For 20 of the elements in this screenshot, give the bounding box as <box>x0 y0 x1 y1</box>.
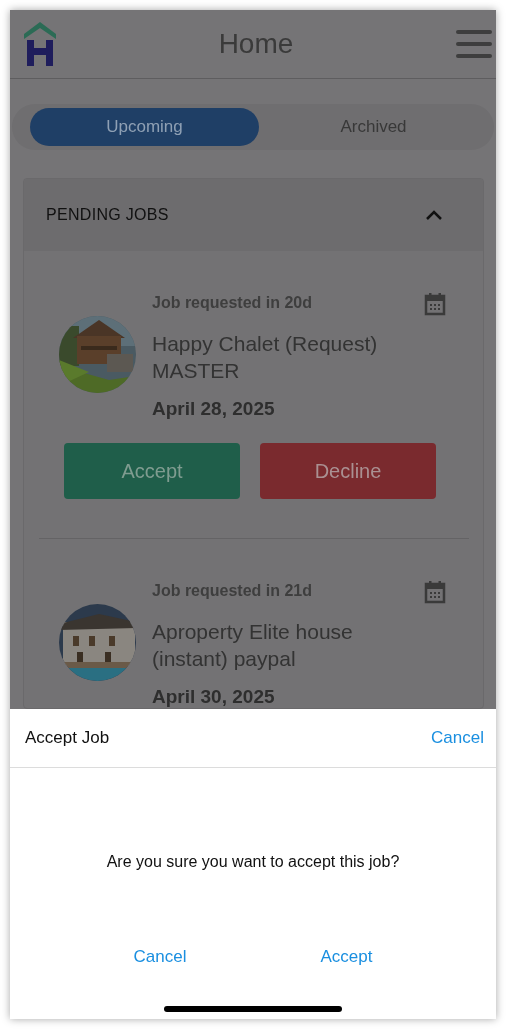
page-title: Home <box>218 27 294 60</box>
dialog-action[interactable]: Cancel <box>133 947 187 967</box>
cancel-link[interactable]: Cancel <box>431 728 484 748</box>
job-title: Happy Chalet (Request) MASTER <box>152 331 379 384</box>
dialog-message: Are you sure you want to accept this job? <box>105 852 401 872</box>
tab[interactable]: Upcoming <box>30 107 259 146</box>
logo-icon <box>24 21 56 66</box>
calendar-icon[interactable] <box>424 580 446 604</box>
job-title: Aproperty Elite house (instant) paypal <box>152 619 354 672</box>
menu-icon[interactable] <box>456 28 492 59</box>
dialog-action[interactable]: Accept <box>320 947 373 967</box>
job-date: April 30, 2025 <box>152 686 276 708</box>
accept-button[interactable]: Accept <box>64 443 240 499</box>
section-title: PENDING JOBS <box>46 206 169 224</box>
decline-button[interactable]: Decline <box>260 443 436 499</box>
tab[interactable]: Archived <box>259 107 488 146</box>
job-date: April 28, 2025 <box>152 398 276 420</box>
dialog-title: Accept Job <box>25 728 110 748</box>
calendar-icon[interactable] <box>424 292 446 316</box>
chevron-icon[interactable] <box>425 209 443 221</box>
